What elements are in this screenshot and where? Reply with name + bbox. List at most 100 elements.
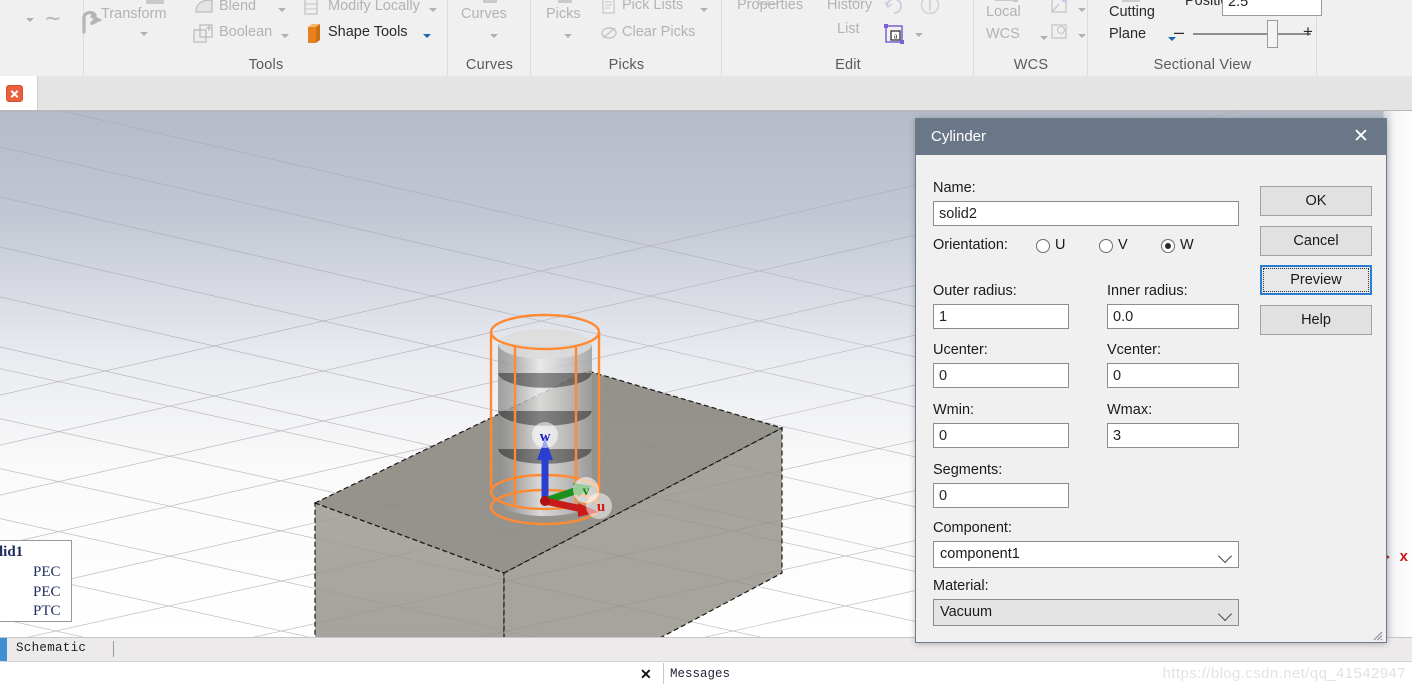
chevron-down-icon[interactable] [1217, 548, 1233, 564]
ribbon-group-wcs: Local WCS WCS [975, 0, 1088, 76]
ribbon-group-edit: Properties History List a Edit [723, 0, 974, 76]
gizmo-v-label: v [583, 484, 590, 499]
ucenter-input[interactable] [933, 363, 1069, 388]
material-select[interactable]: Vacuum [933, 599, 1239, 626]
ribbon-item-wcs[interactable]: WCS [986, 26, 1020, 42]
decrease-position-button[interactable]: – [1174, 22, 1184, 43]
chevron-down-icon[interactable] [564, 34, 572, 38]
section-position-input[interactable] [1222, 0, 1322, 16]
wave-curve-icon[interactable]: ∼ [44, 8, 62, 29]
chevron-down-icon[interactable] [700, 8, 708, 12]
name-input[interactable] [933, 201, 1239, 226]
active-document-tab[interactable] [0, 76, 38, 110]
messages-bar: ✕ Messages https://blog.csdn.net/qq_4154… [0, 661, 1412, 684]
close-icon[interactable] [6, 85, 23, 102]
ucenter-label: Ucenter: [933, 342, 988, 358]
wmin-label: Wmin: [933, 402, 975, 418]
align-wcs-icon[interactable] [1050, 0, 1070, 16]
help-button[interactable]: Help [1260, 305, 1372, 335]
ok-button[interactable]: OK [1260, 186, 1372, 216]
ribbon-item-list[interactable]: List [837, 21, 860, 37]
ribbon-group-sectional-view: Cutting Plane Position: – + Sectional Vi… [1089, 0, 1322, 76]
ribbon-item-boolean[interactable]: Boolean [219, 24, 272, 40]
orientation-option-u: U [1055, 237, 1066, 253]
dialog-body: Name: Orientation: U V W Outer radius: I… [916, 155, 1386, 644]
position-slider-track[interactable] [1193, 33, 1311, 35]
segments-input[interactable] [933, 483, 1069, 508]
chevron-down-icon[interactable] [1078, 34, 1086, 38]
chevron-down-icon[interactable] [281, 34, 289, 38]
blend-icon [195, 0, 213, 13]
ribbon-group-title-picks: Picks [608, 57, 645, 73]
ribbon-item-clear-picks[interactable]: Clear Picks [622, 24, 695, 40]
svg-text:a: a [894, 32, 898, 41]
ribbon-item-blend[interactable]: Blend [219, 0, 256, 14]
chevron-down-icon[interactable] [490, 34, 498, 38]
preview-button-label: Preview [1290, 272, 1342, 288]
chevron-down-icon[interactable] [423, 34, 431, 38]
ribbon-item-properties[interactable]: Properties [737, 0, 803, 13]
ribbon-item-local[interactable]: Local [986, 4, 1021, 20]
chevron-down-icon[interactable] [140, 32, 148, 36]
tab-schematic[interactable]: Schematic [16, 641, 86, 655]
watermark-text: https://blog.csdn.net/qq_41542947 [1162, 665, 1406, 682]
chevron-down-icon[interactable] [1078, 8, 1086, 12]
schematic-divider [113, 641, 114, 657]
ribbon-item-transform[interactable]: Transform [101, 6, 167, 22]
vcenter-input[interactable] [1107, 363, 1239, 388]
radio-circle-w[interactable] [1161, 239, 1175, 253]
ribbon-item-shape-tools[interactable]: Shape Tools [328, 24, 408, 40]
ribbon-item-modify-locally[interactable]: Modify Locally [328, 0, 420, 14]
close-icon[interactable]: ✕ [1344, 123, 1378, 151]
modify-locally-icon [304, 0, 318, 15]
vcenter-label: Vcenter: [1107, 342, 1161, 358]
ribbon-toolbar: ∼ Transform Blend Boolean Modify Locally… [0, 0, 1412, 77]
wmin-input[interactable] [933, 423, 1069, 448]
orientation-option-w: W [1180, 237, 1194, 253]
undo-refresh-icon[interactable] [883, 0, 905, 16]
close-icon[interactable]: ✕ [640, 666, 652, 683]
outer-radius-input[interactable] [933, 304, 1069, 329]
radio-circle-v[interactable] [1099, 239, 1113, 253]
material-label: Material: [933, 578, 989, 594]
chevron-down-icon[interactable] [1217, 606, 1233, 622]
outer-radius-label: Outer radius: [933, 283, 1017, 299]
gizmo-w-label: w [540, 429, 551, 445]
increase-position-button[interactable]: + [1303, 22, 1313, 42]
wmax-input[interactable] [1107, 423, 1239, 448]
ribbon-item-curves[interactable]: Curves [461, 6, 507, 22]
tooltip-material-2: PEC [33, 584, 61, 600]
position-slider-thumb[interactable] [1267, 20, 1278, 48]
wmax-label: Wmax: [1107, 402, 1153, 418]
preview-button[interactable]: Preview [1260, 265, 1372, 295]
info-icon[interactable] [919, 0, 941, 16]
messages-divider [663, 663, 664, 684]
component-select[interactable]: component1 [933, 541, 1239, 568]
chevron-down-icon[interactable] [915, 33, 923, 37]
tab-messages[interactable]: Messages [670, 667, 730, 681]
ribbon-item-pick-lists[interactable]: Pick Lists [622, 0, 683, 13]
resize-grip-icon[interactable] [1371, 629, 1383, 641]
wcs-transform-icon[interactable] [1050, 22, 1070, 42]
ribbon-item-picks[interactable]: Picks [546, 6, 581, 22]
radio-circle-u[interactable] [1036, 239, 1050, 253]
chevron-down-icon[interactable] [429, 8, 437, 12]
cancel-button[interactable]: Cancel [1260, 226, 1372, 256]
ribbon-group-title-curves: Curves [465, 57, 514, 73]
chevron-down-icon[interactable] [278, 8, 286, 12]
inner-radius-input[interactable] [1107, 304, 1239, 329]
segments-label: Segments: [933, 462, 1003, 478]
ribbon-item-cutting[interactable]: Cutting [1109, 4, 1155, 20]
pick-lists-icon [602, 0, 615, 14]
ribbon-item-plane[interactable]: Plane [1109, 26, 1146, 42]
ribbon-group-title-wcs: WCS [1013, 57, 1049, 73]
chevron-down-icon[interactable] [1040, 36, 1048, 40]
rename-object-icon[interactable]: a [883, 23, 905, 45]
ribbon-group-title-tools: Tools [248, 57, 284, 73]
ribbon-group-curve-icons: ∼ [0, 0, 102, 76]
tooltip-bullet: . [0, 603, 1, 620]
dialog-titlebar[interactable]: Cylinder ✕ [916, 119, 1386, 155]
ribbon-group-picks: Picks Pick Lists Clear Picks Picks [532, 0, 722, 76]
ribbon-item-history[interactable]: History [827, 0, 872, 13]
chevron-down-icon[interactable] [26, 18, 34, 22]
